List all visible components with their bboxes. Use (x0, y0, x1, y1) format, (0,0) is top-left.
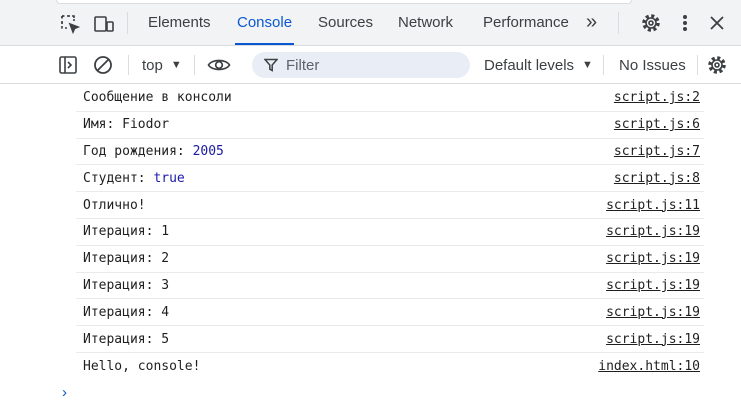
tab-console[interactable]: Console (235, 0, 295, 45)
message-text: Год рождения: 2005 (83, 144, 224, 159)
message-text: Отлично! (83, 197, 146, 213)
log-levels-dropdown[interactable]: Default levels ▼ (484, 46, 593, 84)
close-icon[interactable] (706, 12, 728, 34)
message-text: Сообщение в консоли (83, 90, 232, 106)
message-text: Итерация: 5 (83, 331, 170, 347)
source-link[interactable]: script.js:19 (606, 305, 704, 320)
console-message: Имя: Fiodor script.js:6 (76, 112, 704, 139)
toolbar-divider-1 (128, 55, 129, 75)
message-text: Hello, console! (83, 358, 201, 374)
console-messages: Сообщение в консоли script.js:2 Имя: Fio… (76, 85, 704, 380)
source-link[interactable]: script.js:2 (614, 90, 704, 105)
console-message: Итерация: 2 script.js:19 (76, 246, 704, 273)
message-text: Имя: Fiodor (83, 117, 170, 133)
settings-gear-icon[interactable] (639, 12, 663, 34)
console-message: Итерация: 4 script.js:19 (76, 299, 704, 327)
inspect-element-icon[interactable] (58, 13, 82, 35)
console-message: Год рождения: 2005 script.js:7 (76, 139, 704, 166)
console-prompt[interactable]: › (62, 384, 67, 401)
console-message: Hello, console! index.html:10 (76, 353, 704, 380)
source-link[interactable]: script.js:19 (606, 332, 704, 347)
context-selector[interactable]: top ▼ (142, 46, 182, 84)
more-vert-icon[interactable] (675, 12, 695, 34)
tab-performance[interactable]: Performance (481, 0, 571, 45)
console-message: Студент: true script.js:8 (76, 165, 704, 193)
source-link[interactable]: index.html:10 (598, 359, 704, 374)
message-value: 2005 (192, 143, 224, 159)
console-message: Итерация: 3 script.js:19 (76, 273, 704, 300)
chevron-down-icon: ▼ (170, 59, 182, 71)
tab-sources[interactable]: Sources (316, 0, 375, 45)
issues-button[interactable]: No Issues (619, 46, 686, 84)
tab-network[interactable]: Network (396, 0, 455, 45)
console-settings-gear-icon[interactable] (706, 54, 728, 76)
tab-bar-divider (127, 12, 128, 34)
message-text: Студент: true (83, 171, 185, 186)
eye-icon[interactable] (206, 54, 232, 76)
source-link[interactable]: script.js:7 (614, 144, 704, 159)
sidebar-toggle-icon[interactable] (57, 54, 79, 76)
tab-bar-divider-right (618, 12, 619, 34)
filter-input[interactable] (284, 55, 458, 75)
console-message: Сообщение в консоли script.js:2 (76, 85, 704, 112)
clear-console-icon[interactable] (92, 54, 114, 76)
source-link[interactable]: script.js:8 (614, 171, 704, 186)
message-label: Студент: (83, 170, 154, 186)
message-value: true (153, 170, 185, 186)
source-link[interactable]: script.js:11 (606, 198, 704, 213)
devtools-tab-bar: Elements Console Sources Network Perform… (0, 0, 741, 46)
console-toolbar: top ▼ Default levels ▼ No Issues (0, 46, 741, 84)
message-text: Итерация: 4 (83, 304, 170, 320)
message-label: Год рождения: (83, 143, 193, 159)
toolbar-divider-4 (697, 55, 698, 75)
log-levels-label: Default levels (484, 56, 575, 74)
filter-icon (264, 58, 278, 72)
more-tabs-button[interactable]: » (584, 0, 599, 45)
toolbar-divider-2 (194, 55, 195, 75)
message-text: Итерация: 1 (83, 224, 170, 240)
filter-field[interactable] (252, 52, 470, 78)
source-link[interactable]: script.js:19 (606, 251, 704, 266)
console-message: Отлично! script.js:11 (76, 192, 704, 219)
tab-elements[interactable]: Elements (146, 0, 213, 45)
console-message: Итерация: 5 script.js:19 (76, 326, 704, 353)
toolbar-divider-3 (603, 55, 604, 75)
message-text: Итерация: 3 (83, 277, 170, 293)
device-toolbar-icon[interactable] (92, 13, 116, 35)
source-link[interactable]: script.js:19 (606, 278, 704, 293)
chevron-down-icon: ▼ (582, 59, 593, 71)
source-link[interactable]: script.js:19 (606, 224, 704, 239)
console-message: Итерация: 1 script.js:19 (76, 219, 704, 246)
context-selector-label: top (142, 56, 163, 74)
source-link[interactable]: script.js:6 (614, 117, 704, 132)
message-text: Итерация: 2 (83, 251, 170, 267)
